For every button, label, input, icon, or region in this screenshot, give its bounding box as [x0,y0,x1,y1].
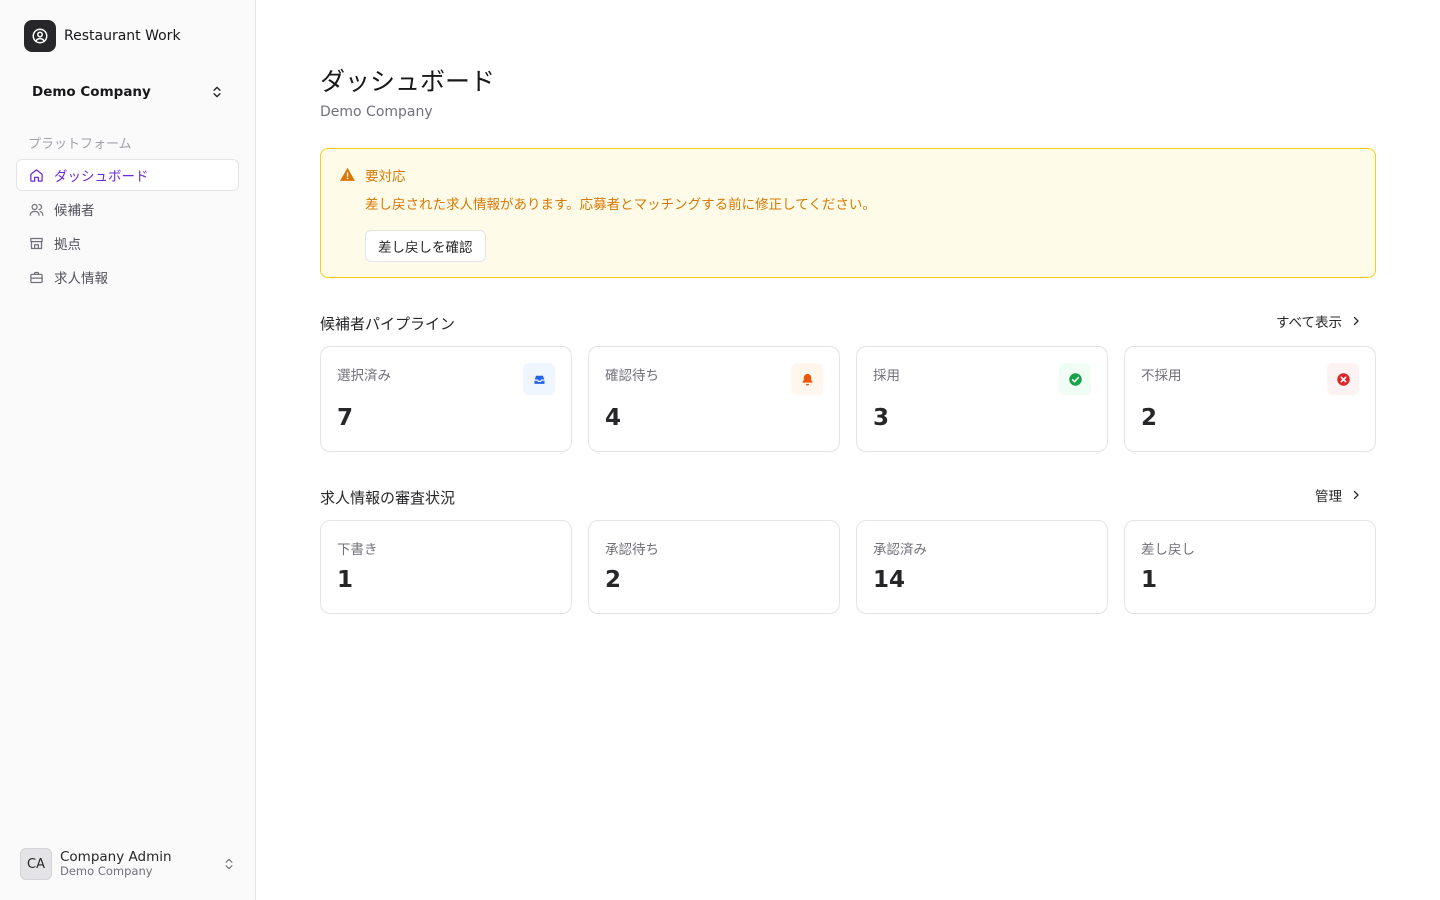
action-required-alert: 要対応 差し戻された求人情報があります。応募者とマッチングする前に修正してくださ… [320,148,1376,278]
stat-label: 採用 [873,368,900,384]
brand-name: Restaurant Work [64,28,181,44]
review-header: 求人情報の審査状況 管理 [320,482,1376,508]
stat-value: 3 [873,405,890,431]
company-switcher-label: Demo Company [32,84,151,100]
pipeline-header: 候補者パイプライン すべて表示 [320,308,1376,334]
inbox-icon [523,363,555,395]
view-all-label: すべて表示 [1275,315,1342,331]
brand-logo-icon [24,20,56,52]
sidebar-item-candidates[interactable]: 候補者 [16,193,239,225]
stat-value: 1 [337,567,354,593]
review-title: 求人情報の審査状況 [320,489,456,507]
stat-card-rejected[interactable]: 不採用 2 [1124,346,1376,452]
sidebar-item-locations[interactable]: 拠点 [16,227,239,259]
bell-icon [791,363,823,395]
sidebar-nav: ダッシュボード 候補者 拠点 求人情報 [16,159,239,295]
stat-label: 差し戻し [1141,542,1195,558]
check-circle-icon [1059,363,1091,395]
alert-message: 差し戻された求人情報があります。応募者とマッチングする前に修正してください。 [365,197,876,213]
nav-section-label: プラットフォーム [28,137,132,152]
page-subtitle: Demo Company [320,104,433,120]
pipeline-cards: 選択済み 7 確認待ち 4 採用 3 不採用 2 [320,346,1376,452]
user-company: Demo Company [60,864,153,879]
stat-label: 不採用 [1141,368,1182,384]
chevrons-up-down-icon [213,86,221,98]
sidebar-item-label: 候補者 [54,203,95,219]
stat-label: 選択済み [337,368,391,384]
review-card-draft[interactable]: 下書き 1 [320,520,572,614]
home-icon [30,168,43,182]
stat-value: 14 [873,567,906,593]
manage-link[interactable]: 管理 [1315,485,1376,505]
stat-label: 承認待ち [605,542,659,558]
company-switcher[interactable]: Demo Company [24,74,232,110]
review-card-returned[interactable]: 差し戻し 1 [1124,520,1376,614]
view-all-link[interactable]: すべて表示 [1276,311,1376,331]
stat-value: 2 [605,567,622,593]
page-title: ダッシュボード [320,67,496,96]
users-icon [29,203,44,216]
sidebar: Restaurant Work Demo Company プラットフォーム ダッ… [0,0,256,900]
user-name: Company Admin [60,848,172,865]
sidebar-item-jobs[interactable]: 求人情報 [16,261,239,293]
sidebar-item-dashboard[interactable]: ダッシュボード [16,159,239,191]
review-card-pending[interactable]: 承認待ち 2 [588,520,840,614]
chevrons-up-down-icon [225,858,233,870]
manage-label: 管理 [1315,489,1342,505]
stat-value: 4 [605,405,622,431]
x-circle-icon [1327,363,1359,395]
sidebar-item-label: ダッシュボード [54,169,149,185]
avatar: CA [20,848,52,880]
stat-value: 1 [1141,567,1158,593]
stat-value: 2 [1141,405,1158,431]
sidebar-item-label: 求人情報 [54,271,108,287]
review-cards: 下書き 1 承認待ち 2 承認済み 14 差し戻し 1 [320,520,1376,614]
briefcase-icon [30,271,43,283]
user-menu[interactable]: CA Company Admin Demo Company [20,846,236,882]
stat-value: 7 [337,405,354,431]
review-card-approved[interactable]: 承認済み 14 [856,520,1108,614]
sidebar-item-label: 拠点 [54,237,81,253]
warning-icon [340,167,355,181]
brand[interactable]: Restaurant Work [24,20,181,52]
store-icon [30,237,43,249]
alert-title: 要対応 [365,169,406,185]
stat-label: 下書き [337,542,378,558]
stat-card-hired[interactable]: 採用 3 [856,346,1108,452]
chevron-right-icon [1353,490,1359,500]
chevron-right-icon [1353,316,1359,326]
stat-label: 承認済み [873,542,927,558]
review-returned-button[interactable]: 差し戻しを確認 [365,230,486,262]
stat-card-selected[interactable]: 選択済み 7 [320,346,572,452]
pipeline-title: 候補者パイプライン [320,315,456,333]
stat-card-pending[interactable]: 確認待ち 4 [588,346,840,452]
stat-label: 確認待ち [605,368,659,384]
